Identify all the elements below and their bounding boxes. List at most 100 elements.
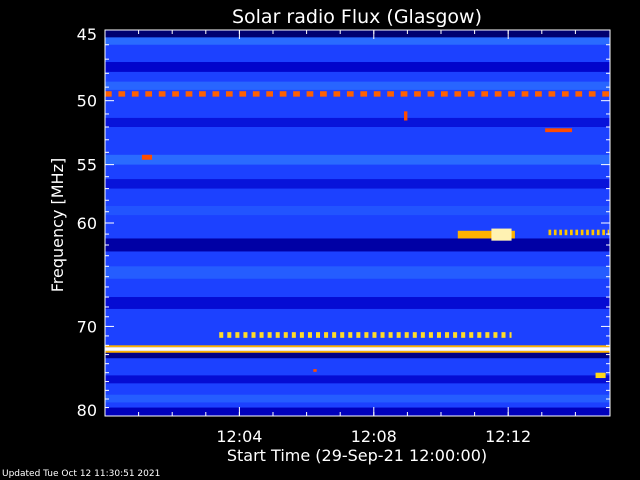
emission-dash: [501, 332, 506, 338]
emission-dash: [400, 91, 408, 97]
frequency-band: [105, 297, 610, 309]
emission-dash: [373, 91, 381, 97]
emission-dash: [559, 229, 562, 236]
emission-dash: [199, 91, 206, 97]
frequency-band: [105, 117, 610, 127]
x-tick-label: 12:08: [351, 427, 397, 446]
emission-dash: [324, 332, 329, 338]
emission-dash: [275, 332, 280, 338]
emission-dash: [243, 332, 248, 338]
frequency-band: [105, 394, 610, 403]
emission-dash: [602, 229, 605, 236]
plot-area: [105, 30, 610, 416]
y-tick-label: 60: [77, 214, 97, 233]
emission-patch: [404, 111, 408, 121]
y-axis-label: Frequency [MHz]: [48, 158, 67, 292]
emission-dash: [387, 91, 394, 97]
emission-segment: [545, 128, 573, 133]
x-tick-label: 12:12: [485, 427, 531, 446]
emission-dash: [481, 91, 489, 97]
emission-dash: [454, 91, 462, 97]
emission-dash: [508, 91, 515, 97]
emission-dash: [521, 91, 529, 97]
emission-dash: [420, 332, 425, 338]
emission-segment: [313, 369, 317, 372]
interference-line: [105, 350, 610, 353]
emission-dash: [548, 229, 552, 236]
emission-dash: [477, 332, 482, 338]
emission-dash: [428, 332, 433, 338]
emission-patch: [313, 369, 317, 372]
frequency-band: [105, 375, 610, 384]
emission-dash: [388, 332, 393, 338]
emission-dash: [267, 332, 272, 338]
emission-segment: [595, 372, 606, 379]
emission-dash: [575, 91, 583, 97]
emission-dash: [588, 91, 596, 97]
frequency-band: [105, 30, 610, 38]
emission-patch: [491, 228, 512, 241]
emission-dash: [320, 91, 327, 97]
emission-dash: [575, 229, 579, 236]
interference-line: [105, 345, 610, 348]
emission-patch: [545, 128, 573, 133]
frequency-band: [105, 62, 610, 72]
emission-dash: [404, 332, 409, 338]
y-tick-label: 70: [77, 317, 97, 336]
emission-dash: [596, 229, 600, 236]
emission-dash: [414, 91, 421, 97]
emission-dash: [494, 91, 502, 97]
emission-dash: [493, 332, 498, 338]
emission-dash: [396, 332, 401, 338]
emission-segment: [141, 154, 153, 160]
emission-dash: [251, 332, 256, 338]
emission-dash: [252, 91, 260, 97]
y-tick-label: 55: [77, 156, 97, 175]
emission-dash: [239, 91, 247, 97]
emission-dash: [332, 332, 337, 338]
interference-line: [105, 347, 610, 351]
emission-dash: [219, 332, 224, 338]
emission-dash: [356, 332, 361, 338]
x-tick-label: 12:04: [216, 427, 262, 446]
emission-dash: [279, 91, 287, 97]
emission-dash: [561, 91, 569, 97]
emission-segment: [491, 228, 512, 241]
emission-dash: [580, 229, 584, 236]
emission-dash: [259, 332, 264, 338]
emission-dash: [212, 91, 220, 97]
emission-dash: [469, 332, 474, 338]
emission-dash: [509, 332, 512, 338]
emission-dash: [412, 332, 417, 338]
emission-segment: [404, 111, 408, 121]
y-tick-label: 80: [77, 401, 97, 420]
emission-dash: [591, 229, 595, 236]
emission-dash: [293, 91, 300, 97]
emission-dash: [346, 91, 354, 97]
emission-dash: [340, 332, 345, 338]
emission-dash: [333, 91, 341, 97]
frequency-band: [105, 407, 610, 416]
emission-dash: [225, 91, 233, 97]
emission-dash: [283, 332, 288, 338]
emission-dash: [105, 91, 112, 97]
chart-title: Solar radio Flux (Glasgow): [232, 6, 482, 28]
emission-dash: [535, 91, 542, 97]
emission-dash: [602, 91, 609, 97]
frequency-band: [105, 179, 610, 189]
emission-dash: [380, 332, 385, 338]
emission-patch: [141, 154, 153, 160]
emission-dash: [553, 229, 557, 236]
emission-dash: [158, 91, 166, 97]
emission-dash: [172, 91, 179, 97]
y-tick-label: 45: [77, 25, 97, 44]
emission-patch: [595, 372, 606, 379]
emission-dash: [461, 332, 466, 338]
emission-dash: [266, 91, 273, 97]
emission-dash: [440, 91, 448, 97]
emission-dash: [445, 332, 450, 338]
frequency-band: [105, 206, 610, 216]
emission-dash: [364, 332, 369, 338]
emission-dash: [299, 332, 304, 338]
emission-dash: [348, 332, 353, 338]
